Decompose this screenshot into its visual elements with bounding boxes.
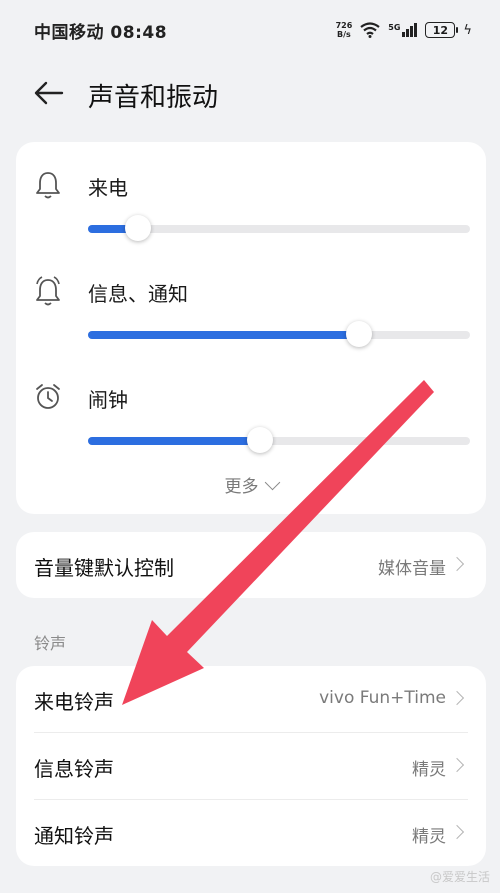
back-arrow-icon[interactable]	[32, 76, 66, 110]
chevron-right-icon	[449, 556, 465, 572]
volume-label: 来电	[88, 176, 128, 200]
ringtone-card: 来电铃声 vivo Fun+Time 信息铃声 精灵 通知铃声 精灵	[16, 666, 486, 866]
carrier-time: 中国移动 08:48	[34, 22, 168, 43]
charging-icon: ϟ	[463, 22, 472, 38]
battery-level: 12	[432, 23, 449, 37]
cellular-signal-icon: 5G	[388, 23, 418, 37]
network-type: 5G	[388, 23, 401, 32]
ringtone-label: 信息铃声	[34, 757, 114, 781]
ringtone-row-notification[interactable]: 通知铃声 精灵	[16, 800, 486, 866]
status-icons: 726 B/s 5G 12 ϟ	[336, 21, 472, 39]
page-title: 声音和振动	[88, 83, 219, 113]
network-speed: 726 B/s	[336, 21, 353, 39]
volume-key-row[interactable]: 音量键默认控制 媒体音量	[16, 532, 486, 598]
bell-icon	[36, 172, 60, 199]
chevron-right-icon	[449, 690, 465, 706]
volume-row-ringer: 来电	[16, 152, 486, 252]
ringer-volume-slider[interactable]	[88, 215, 470, 241]
status-bar: 中国移动 08:48 726 B/s 5G 12 ϟ	[0, 0, 500, 60]
ringtone-label: 通知铃声	[34, 824, 114, 848]
slider-thumb[interactable]	[246, 427, 273, 453]
volume-row-notification: 信息、通知	[16, 258, 486, 358]
volume-key-label: 音量键默认控制	[34, 556, 174, 580]
notification-volume-slider[interactable]	[88, 321, 470, 347]
section-title-ringtone: 铃声	[34, 634, 67, 653]
ringtone-row-call[interactable]: 来电铃声 vivo Fun+Time	[16, 666, 486, 732]
network-speed-value: 726	[335, 21, 353, 30]
ringtone-value: 精灵	[412, 827, 446, 847]
volume-label: 闹钟	[88, 388, 128, 412]
volume-key-value: 媒体音量	[378, 559, 446, 579]
alarm-clock-icon	[36, 384, 60, 409]
slider-thumb[interactable]	[124, 215, 151, 241]
ringtone-label: 来电铃声	[34, 690, 114, 714]
alarm-volume-slider[interactable]	[88, 427, 470, 453]
wifi-icon	[360, 22, 380, 38]
volume-row-alarm: 闹钟	[16, 364, 486, 464]
bell-ringing-icon	[36, 276, 60, 306]
header: 声音和振动	[0, 62, 500, 126]
slider-thumb[interactable]	[346, 321, 373, 347]
network-speed-unit: B/s	[337, 30, 351, 39]
chevron-down-icon	[264, 474, 280, 491]
slider-fill	[88, 437, 260, 445]
more-button[interactable]: 更多	[16, 472, 486, 497]
ringtone-value: 精灵	[412, 760, 446, 780]
volume-label: 信息、通知	[88, 282, 188, 306]
watermark: @爱爱生活	[429, 870, 490, 884]
volume-card: 来电 信息、通知 闹钟 更多	[16, 142, 486, 514]
slider-fill	[88, 331, 360, 339]
ringtone-value: vivo Fun+Time	[319, 688, 446, 708]
chevron-right-icon	[449, 757, 465, 773]
ringtone-row-message[interactable]: 信息铃声 精灵	[16, 733, 486, 799]
more-label: 更多	[224, 477, 259, 497]
battery-icon: 12	[425, 22, 459, 38]
volume-key-card: 音量键默认控制 媒体音量	[16, 532, 486, 598]
chevron-right-icon	[449, 824, 465, 840]
